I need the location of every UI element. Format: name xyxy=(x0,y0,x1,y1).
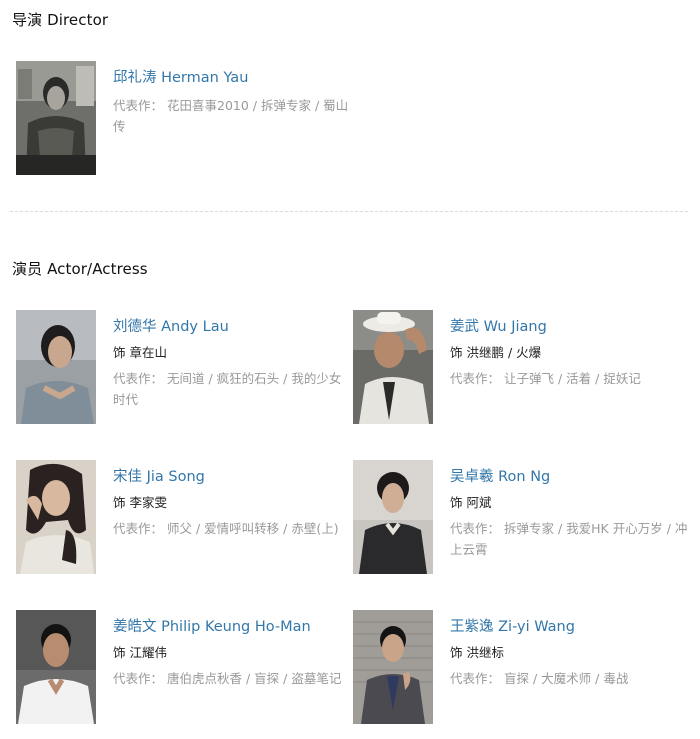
cast-card: 姜武 Wu Jiang 饰 洪继鹏 / 火爆 代表作： 让子弹飞 / 活着 / … xyxy=(353,310,693,430)
works-label: 代表作： xyxy=(113,98,164,113)
cast-card: 刘德华 Andy Lau 饰 章在山 代表作： 无间道 / 疯狂的石头 / 我的… xyxy=(16,310,356,430)
works-list: 师父 / 爱情呼叫转移 / 赤壁(上) xyxy=(167,521,339,536)
actor-role: 饰 李家雯 xyxy=(113,495,167,510)
works-label: 代表作： xyxy=(113,671,164,686)
actor-works: 代表作： 无间道 / 疯狂的石头 / 我的少女时代 xyxy=(113,368,353,410)
actor-role: 饰 洪继鹏 / 火爆 xyxy=(450,345,542,360)
works-list: 让子弹飞 / 活着 / 捉妖记 xyxy=(504,371,641,386)
actor-works: 代表作： 让子弹飞 / 活着 / 捉妖记 xyxy=(450,368,690,389)
portrait-icon xyxy=(353,460,433,574)
portrait-icon xyxy=(353,310,433,424)
director-photo[interactable] xyxy=(16,61,96,175)
section-divider xyxy=(10,211,688,212)
director-card: 邱礼涛 Herman Yau 代表作： 花田喜事2010 / 拆弹专家 / 蜀山… xyxy=(16,61,356,181)
cast-card: 王紫逸 Zi-yi Wang 饰 洪继标 代表作： 盲探 / 大魔术师 / 毒战 xyxy=(353,610,693,730)
actor-name-link[interactable]: 刘德华 Andy Lau xyxy=(113,317,353,337)
actor-works: 代表作： 盲探 / 大魔术师 / 毒战 xyxy=(450,668,690,689)
actor-role: 饰 江耀伟 xyxy=(113,645,167,660)
portrait-icon xyxy=(353,610,433,724)
director-works: 代表作： 花田喜事2010 / 拆弹专家 / 蜀山传 xyxy=(113,95,353,137)
actor-name-link[interactable]: 姜武 Wu Jiang xyxy=(450,317,690,337)
actor-photo[interactable] xyxy=(16,310,96,424)
cast-card: 吴卓羲 Ron Ng 饰 阿斌 代表作： 拆弹专家 / 我爱HK 开心万岁 / … xyxy=(353,460,693,580)
works-list: 唐伯虎点秋香 / 盲探 / 盗墓笔记 xyxy=(167,671,342,686)
actor-photo[interactable] xyxy=(16,460,96,574)
actor-name-link[interactable]: 宋佳 Jia Song xyxy=(113,467,353,487)
actor-role: 饰 阿斌 xyxy=(450,495,492,510)
actor-photo[interactable] xyxy=(353,610,433,724)
actor-works: 代表作： 唐伯虎点秋香 / 盲探 / 盗墓笔记 xyxy=(113,668,353,689)
cast-card: 姜皓文 Philip Keung Ho-Man 饰 江耀伟 代表作： 唐伯虎点秋… xyxy=(16,610,356,730)
works-label: 代表作： xyxy=(113,371,164,386)
actor-name-link[interactable]: 姜皓文 Philip Keung Ho-Man xyxy=(113,617,353,637)
actor-works: 代表作： 师父 / 爱情呼叫转移 / 赤壁(上) xyxy=(113,518,353,539)
actor-photo[interactable] xyxy=(353,310,433,424)
portrait-icon xyxy=(16,310,96,424)
works-label: 代表作： xyxy=(450,371,501,386)
actor-works: 代表作： 拆弹专家 / 我爱HK 开心万岁 / 冲上云霄 xyxy=(450,518,690,560)
actor-name-link[interactable]: 王紫逸 Zi-yi Wang xyxy=(450,617,690,637)
portrait-icon xyxy=(16,61,96,175)
cast-card: 宋佳 Jia Song 饰 李家雯 代表作： 师父 / 爱情呼叫转移 / 赤壁(… xyxy=(16,460,356,580)
portrait-icon xyxy=(16,460,96,574)
director-section-title: 导演 Director xyxy=(12,11,109,29)
portrait-icon xyxy=(16,610,96,724)
works-list: 盲探 / 大魔术师 / 毒战 xyxy=(504,671,629,686)
director-name-link[interactable]: 邱礼涛 Herman Yau xyxy=(113,68,353,88)
works-label: 代表作： xyxy=(450,521,501,536)
actor-photo[interactable] xyxy=(16,610,96,724)
actor-role: 饰 章在山 xyxy=(113,345,167,360)
works-label: 代表作： xyxy=(450,671,501,686)
works-label: 代表作： xyxy=(113,521,164,536)
actor-photo[interactable] xyxy=(353,460,433,574)
actor-role: 饰 洪继标 xyxy=(450,645,504,660)
actor-name-link[interactable]: 吴卓羲 Ron Ng xyxy=(450,467,690,487)
cast-section-title: 演员 Actor/Actress xyxy=(12,260,148,278)
